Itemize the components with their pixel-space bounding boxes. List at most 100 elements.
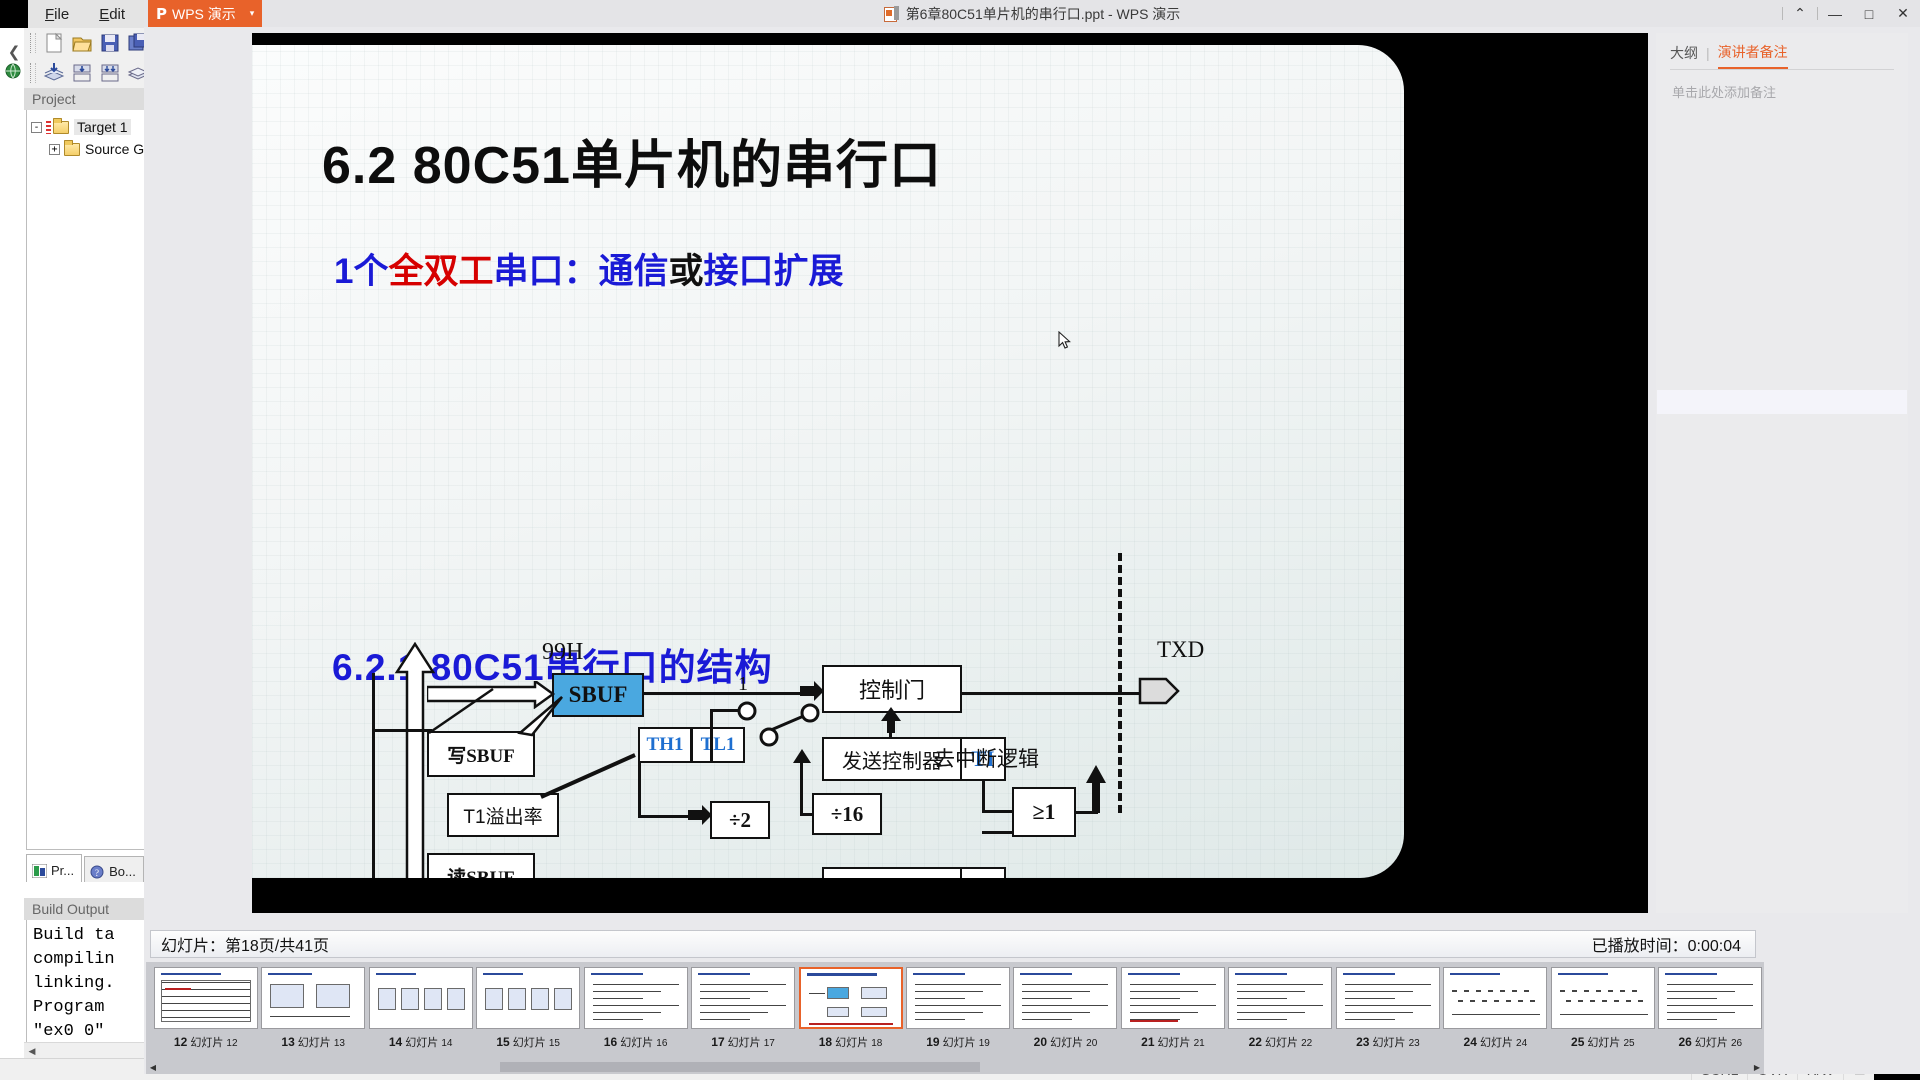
thumbnail-preview[interactable] [261,967,366,1029]
thumbnail-item[interactable]: 21 幻灯片 21 [1119,962,1226,1050]
download-layers-icon[interactable] [42,61,66,85]
thumbnail-item[interactable]: 16 幻灯片 16 [582,962,689,1050]
thumbnail-caption: 26 幻灯片 26 [1678,1035,1743,1049]
diagram-line [644,692,806,695]
thumbnail-item[interactable]: 17 幻灯片 17 [689,962,796,1050]
thumbnail-preview[interactable] [1228,967,1333,1029]
thumbnail-item[interactable]: 23 幻灯片 23 [1334,962,1441,1050]
thumbnail-caption: 18 幻灯片 18 [818,1035,883,1049]
subtitle-part: 接口扩展 [703,252,844,291]
wps-app-tab-caret-icon[interactable]: ▾ [242,0,262,27]
tab-books[interactable]: ? Bo... [84,856,144,882]
diagram-line [638,763,641,817]
thumbnail-caption: 17 幻灯片 17 [711,1035,775,1049]
thumbnail-caption: 20 幻灯片 20 [1033,1035,1098,1049]
thumbs-scroll-left-icon[interactable]: ◀ [146,1060,160,1074]
rebuild-all-icon[interactable] [98,61,122,85]
notes-panel-tabs: 大纲 | 演讲者备注 [1656,33,1908,69]
box-div16: ÷16 [812,793,882,835]
diagram-line [982,831,1014,834]
maximize-icon[interactable]: □ [1852,0,1886,27]
thumbnail-item[interactable]: 22 幻灯片 22 [1227,962,1334,1050]
wps-presentation-window: 第6章80C51单片机的串行口.ppt - WPS 演示 ⌃ — □ ✕ 6.2… [144,0,1920,1074]
thumbnail-item[interactable]: 12 幻灯片 12 [152,962,259,1050]
subtitle-part: 串口： [493,252,599,291]
thumbnail-scroll-thumb[interactable] [500,1062,980,1072]
diagram-line [638,815,694,818]
minimize-icon[interactable]: — [1818,0,1852,27]
thumbnail-caption: 23 幻灯片 23 [1356,1035,1420,1049]
menu-file[interactable]: FFileile [32,4,82,25]
thumbnail-caption: 19 幻灯片 19 [926,1035,990,1049]
tree-item-target1[interactable]: Target 1 [74,119,131,135]
thumbs-scroll-right-icon[interactable]: ▶ [1750,1060,1764,1074]
close-icon[interactable]: ✕ [1886,0,1920,27]
thumbnail-item[interactable]: 14 幻灯片 14 [367,962,474,1050]
arrow-up-control-gate-icon [881,707,901,733]
scroll-left-arrow[interactable]: ◀ [24,1043,40,1059]
save-icon[interactable] [98,31,122,55]
thumbnail-preview[interactable] [368,967,473,1029]
box-tl1: TL1 [691,727,745,763]
toolbar-grip[interactable] [30,33,36,53]
thumbnail-item[interactable]: 24 幻灯片 24 [1442,962,1549,1050]
thumbnail-preview[interactable] [1120,967,1225,1029]
arrow-to-control-gate-icon [800,681,824,701]
thumbnail-preview[interactable] [583,967,688,1029]
thumbnail-preview[interactable] [1443,967,1548,1029]
new-file-icon[interactable] [42,31,66,55]
diagram-line [962,692,1142,695]
thumbnail-preview[interactable] [1658,967,1763,1029]
box-read-sbuf: 读SBUF [427,853,535,878]
thumbnail-preview[interactable] [906,967,1011,1029]
thumbnail-preview[interactable] [476,967,581,1029]
interrupt-arrow-icon [1086,765,1106,813]
tab-project[interactable]: Pr... [26,854,83,882]
box-rx-controller: 接收控制器 [822,867,962,878]
thumbnail-preview[interactable] [1550,967,1655,1029]
serial-port-structure-diagram: 99H SBUF 写SBUF TH1 TL1 T1溢出率 ÷2 1 ÷16 控制… [252,553,1404,878]
elapsed-time: 已播放时间：0:00:04 [1592,932,1755,956]
thumbnail-caption: 14 幻灯片 14 [388,1035,453,1049]
project-tab-icon [31,863,48,878]
thumbnail-preview[interactable] [153,967,258,1029]
thumbnail-item[interactable]: 15 幻灯片 15 [474,962,581,1050]
thumbnail-scroll-track[interactable] [160,1062,1750,1072]
restore-up-icon[interactable]: ⌃ [1783,0,1817,27]
menu-edit[interactable]: Edit [86,4,138,25]
thumbnail-active[interactable] [798,967,903,1029]
folder-icon [64,139,80,156]
thumbnail-item[interactable]: 20 幻灯片 20 [1012,962,1119,1050]
tree-item-source-group[interactable]: Source G [85,141,144,157]
thumbnail-item[interactable]: 18 幻灯片 18 [797,962,904,1050]
thumbnail-item[interactable]: 19 幻灯片 19 [904,962,1011,1050]
slide-thumbnail-strip[interactable]: 12 幻灯片 12 13 幻灯片 13 14 幻灯片 14 15 幻灯片 15 16 幻… [146,962,1764,1060]
notes-placeholder[interactable]: 单击此处添加备注 [1656,70,1908,113]
expander-icon[interactable]: - [31,121,42,133]
subtitle-part: 全双工 [388,252,494,291]
switch-node-lower-icon [759,727,779,747]
wps-app-tab[interactable]: P WPS 演示 [148,0,242,27]
open-file-icon[interactable] [70,31,94,55]
thumbnail-item[interactable]: 25 幻灯片 25 [1549,962,1656,1050]
tab-speaker-notes[interactable]: 演讲者备注 [1717,42,1788,69]
thumbnail-preview[interactable] [1013,967,1118,1029]
toolbar-grip-2[interactable] [30,63,36,83]
tab-outline[interactable]: 大纲 [1670,43,1698,68]
expander-icon[interactable]: + [49,143,60,155]
wps-window-controls: ⌃ — □ ✕ [1782,0,1920,27]
chip-boundary-dashed-line [1118,553,1122,813]
thumbnail-preview[interactable] [691,967,796,1029]
build-target-icon[interactable] [70,61,94,85]
thumbnail-preview[interactable] [1335,967,1440,1029]
thumbnail-caption: 12 幻灯片 12 [173,1035,238,1049]
thumbnail-item[interactable]: 13 幻灯片 13 [259,962,366,1050]
subtitle-part: 或 [668,252,704,291]
arrow-up-interrupt-icon [984,767,1008,817]
diagram-line [372,673,375,878]
slide-canvas[interactable]: 6.2 80C51单片机的串行口 1个全双工串口：通信或接口扩展 6.2.1 8… [252,45,1404,878]
thumbnail-item[interactable]: 26 幻灯片 26 [1657,962,1764,1050]
thumbnail-scrollbar[interactable]: ◀ ▶ [146,1060,1764,1074]
elapsed-label: 已播放时间： [1591,938,1688,955]
slide-subtitle: 1个全双工串口：通信或接口扩展 [334,243,844,294]
